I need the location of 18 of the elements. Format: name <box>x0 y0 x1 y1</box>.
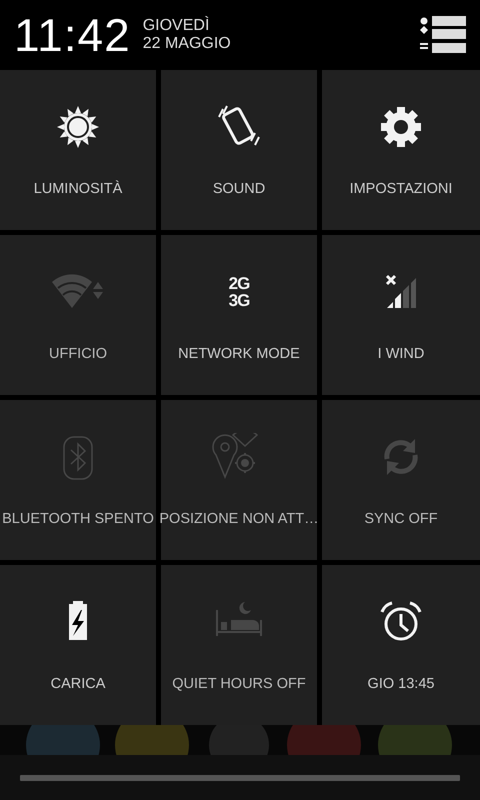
quick-setting-tile[interactable]: BLUETOOTH SPENTO <box>0 400 156 560</box>
quick-setting-tile[interactable]: CARICA <box>0 565 156 725</box>
quick-setting-tile[interactable]: GIO 13:45 <box>322 565 480 725</box>
quick-setting-tile[interactable]: SOUND <box>161 70 317 230</box>
network-mode-icon: 2G 3G <box>228 275 250 309</box>
quick-setting-tile[interactable]: SYNC OFF <box>322 400 480 560</box>
quick-setting-tile[interactable]: POSIZIONE NON ATT… <box>161 400 317 560</box>
date-label: 22 MAGGIO <box>142 35 231 54</box>
quick-setting-tile[interactable]: IMPOSTAZIONI <box>322 70 480 230</box>
clock-time: 11:42 <box>14 12 131 58</box>
quick-setting-tile[interactable]: LUMINOSITÀ <box>0 70 156 230</box>
quick-setting-tile[interactable]: UFFICIO <box>0 235 156 395</box>
drag-handle[interactable] <box>20 774 460 780</box>
day-label: GIOVEDÌ <box>142 16 210 35</box>
settings-list-icon[interactable] <box>420 16 466 54</box>
quick-setting-tile[interactable]: I WIND <box>322 235 480 395</box>
quick-setting-tile[interactable]: 2G 3G NETWORK MODE <box>161 235 317 395</box>
quick-setting-tile[interactable]: QUIET HOURS OFF <box>161 565 317 725</box>
